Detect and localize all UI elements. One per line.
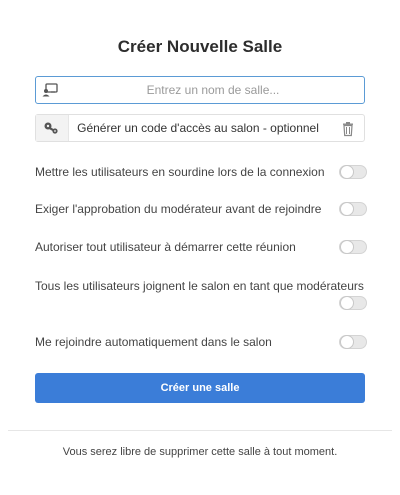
room-name-field[interactable] xyxy=(35,76,365,104)
toggle-anyone-can-start[interactable] xyxy=(339,240,367,254)
divider xyxy=(8,430,392,431)
option-label: Tous les utilisateurs joignent le salon … xyxy=(35,279,364,293)
room-name-input[interactable] xyxy=(68,77,358,103)
access-code-row[interactable]: Générer un code d'accès au salon - optio… xyxy=(35,114,365,142)
option-auto-join: Me rejoindre automatiquement dans le sal… xyxy=(35,332,367,352)
option-anyone-can-start: Autoriser tout utilisateur à démarrer ce… xyxy=(35,237,367,257)
option-label: Exiger l'approbation du modérateur avant… xyxy=(35,202,322,216)
create-room-button[interactable]: Créer une salle xyxy=(35,373,365,403)
toggle-auto-join[interactable] xyxy=(339,335,367,349)
toggle-require-approval[interactable] xyxy=(339,202,367,216)
option-all-moderators: Tous les utilisateurs joignent le salon … xyxy=(35,276,367,316)
footer-note: Vous serez libre de supprimer cette sall… xyxy=(62,446,338,458)
chalkboard-user-icon xyxy=(36,77,64,103)
option-label: Me rejoindre automatiquement dans le sal… xyxy=(35,335,272,349)
option-mute-on-join: Mettre les utilisateurs en sourdine lors… xyxy=(35,162,367,182)
toggle-all-moderators[interactable] xyxy=(339,296,367,310)
access-code-label: Générer un code d'accès au salon - optio… xyxy=(77,121,319,135)
key-icon xyxy=(36,115,69,141)
toggle-mute-on-join[interactable] xyxy=(339,165,367,179)
option-require-approval: Exiger l'approbation du modérateur avant… xyxy=(35,199,367,219)
dialog-title: Créer Nouvelle Salle xyxy=(117,37,283,56)
option-label: Mettre les utilisateurs en sourdine lors… xyxy=(35,165,325,179)
trash-icon[interactable] xyxy=(340,121,356,137)
option-label: Autoriser tout utilisateur à démarrer ce… xyxy=(35,240,296,254)
